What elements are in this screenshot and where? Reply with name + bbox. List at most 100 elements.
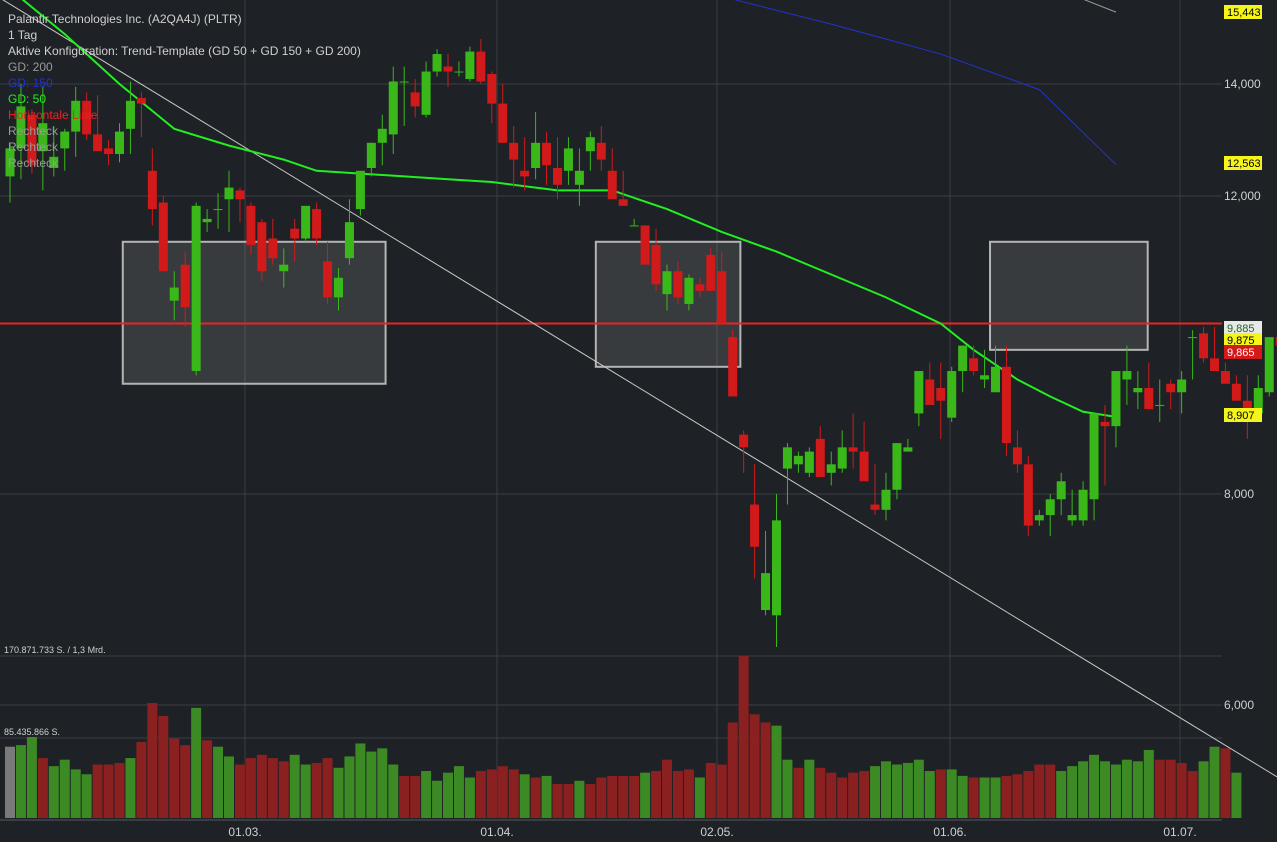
candle-body [1100, 421, 1110, 427]
candle-body [782, 447, 792, 469]
candle[interactable] [1023, 455, 1033, 537]
volume-bar [410, 775, 421, 818]
volume-bar [169, 738, 180, 818]
rectangle-drawing-3[interactable] [989, 240, 1149, 351]
legend-item-rect-1[interactable]: Rechteck [8, 123, 361, 139]
volume-bar [1100, 761, 1110, 818]
candle[interactable] [1264, 337, 1274, 397]
volume-bar [552, 783, 563, 818]
candle-body [465, 51, 475, 80]
candle-body [279, 264, 289, 272]
volume-bar [1143, 749, 1154, 818]
price-label: 9,875 [1224, 333, 1262, 347]
volume-bar [902, 762, 913, 818]
candle[interactable] [804, 447, 814, 478]
volume-bar [70, 769, 81, 818]
candle-body [662, 271, 672, 295]
volume-bar [289, 754, 300, 818]
volume-bar [662, 759, 672, 818]
y-tick-label: 8,000 [1224, 487, 1254, 501]
volume-bar [1045, 764, 1056, 818]
legend-item-gd50[interactable]: GD: 50 [8, 91, 361, 107]
candle-body [728, 337, 738, 397]
candle-body [410, 92, 420, 107]
volume-bar [563, 783, 574, 818]
candle[interactable] [191, 202, 201, 376]
candle[interactable] [158, 196, 168, 272]
volume-bar [453, 766, 464, 818]
candle-body [509, 142, 519, 160]
candle[interactable] [728, 330, 738, 397]
y-tick-label: 6,000 [1224, 698, 1254, 712]
candle-body [585, 137, 595, 152]
candle-body [826, 464, 836, 473]
candle-body [498, 103, 508, 143]
legend-item-gd150[interactable]: GD: 150 [8, 75, 361, 91]
volume-bar [771, 725, 782, 818]
volume-bar [924, 771, 935, 818]
candle-body [717, 271, 727, 324]
volume-bar [245, 758, 256, 818]
candle-body [399, 81, 409, 83]
candle-body [147, 170, 157, 210]
volume-bar [1121, 759, 1132, 818]
candle[interactable] [465, 46, 475, 82]
x-tick-label: 01.03. [228, 825, 261, 839]
legend-item-hline[interactable]: Horizontale Linie [8, 107, 361, 123]
volume-bar [224, 756, 234, 818]
candle-body [1188, 337, 1198, 339]
price-label-text: 12,563 [1227, 158, 1261, 170]
candle-body [213, 209, 223, 211]
candle-body [969, 358, 979, 372]
candle-body [312, 209, 322, 239]
price-label-text: 15,443 [1227, 7, 1261, 19]
x-tick-label: 01.07. [1163, 825, 1196, 839]
volume-bar [1089, 754, 1100, 818]
volume-bar [388, 764, 399, 818]
candle-body [1078, 489, 1088, 521]
candle-body [804, 451, 814, 473]
candle-body [1199, 333, 1209, 359]
legend-item-rect-3[interactable]: Rechteck [8, 155, 361, 171]
legend-item-gd200[interactable]: GD: 200 [8, 59, 361, 75]
price-label-text: 8,907 [1227, 410, 1255, 422]
volume-bar [1001, 775, 1012, 818]
candle-body [936, 388, 946, 401]
candle-body [892, 443, 902, 490]
price-label: 15,443 [1224, 5, 1262, 19]
candle[interactable] [301, 205, 311, 242]
volume-bar [213, 746, 224, 818]
candle-body [903, 447, 913, 452]
chart-config: Aktive Konfiguration: Trend-Template (GD… [8, 44, 361, 58]
candle[interactable] [947, 366, 957, 422]
candle[interactable] [355, 170, 365, 216]
volume-bar [1220, 748, 1231, 818]
candle-body [366, 142, 376, 168]
candle-body [334, 277, 343, 298]
volume-bar [870, 766, 881, 818]
volume-bar [672, 771, 683, 818]
volume-bar [497, 766, 508, 818]
candle-body [848, 447, 858, 452]
x-tick-label: 01.04. [480, 825, 513, 839]
volume-bar [1154, 759, 1165, 818]
legend-items: GD: 200 GD: 150 GD: 50 Horizontale Linie… [8, 59, 361, 171]
candle-body [1089, 413, 1099, 500]
volume-bar [1176, 762, 1187, 818]
volume-bar [683, 769, 694, 818]
candle-body [1034, 515, 1044, 521]
candle-body [739, 434, 749, 448]
candle-body [1264, 337, 1274, 393]
volume-bar [300, 764, 311, 818]
candle-body [1001, 366, 1011, 444]
volume-bar [158, 715, 169, 818]
candle[interactable] [640, 225, 650, 265]
volume-bar [333, 767, 344, 818]
volume-bar [399, 775, 410, 818]
volume-bar [311, 762, 322, 818]
volume-bar [344, 756, 355, 818]
legend-item-rect-2[interactable]: Rechteck [8, 139, 361, 155]
volume-bar [815, 767, 826, 818]
volume-bar [1187, 771, 1198, 818]
candle-body [1012, 447, 1022, 465]
